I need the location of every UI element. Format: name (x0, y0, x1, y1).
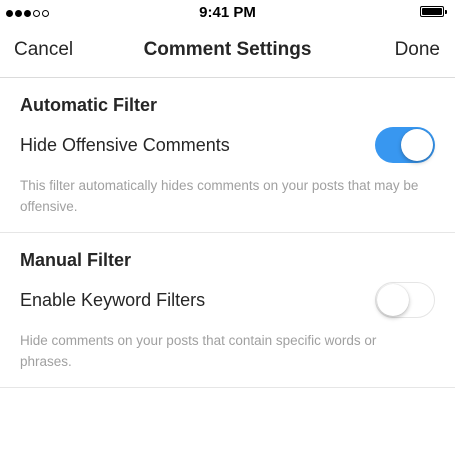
automatic-filter-description: This filter automatically hides comments… (20, 178, 419, 214)
enable-keyword-filters-row: Enable Keyword Filters (0, 270, 455, 330)
done-button[interactable]: Done (395, 39, 440, 61)
status-bar: 9:41 PM (0, 0, 455, 26)
battery-body (420, 6, 444, 17)
toggle-knob (401, 129, 433, 161)
automatic-filter-section: Automatic Filter Hide Offensive Comments… (0, 78, 455, 233)
toggle-knob (377, 283, 409, 316)
settings-content: Automatic Filter Hide Offensive Comments… (0, 78, 455, 388)
hide-offensive-comments-label: Hide Offensive Comments (20, 134, 230, 155)
section-header-automatic-filter: Automatic Filter (20, 95, 158, 115)
hide-offensive-comments-row: Hide Offensive Comments (0, 115, 455, 175)
enable-keyword-filters-toggle[interactable] (375, 282, 435, 318)
battery-icon (420, 6, 447, 17)
battery-tip (445, 9, 447, 14)
status-time: 9:41 PM (199, 4, 256, 21)
enable-keyword-filters-label: Enable Keyword Filters (20, 289, 206, 310)
manual-filter-description: Hide comments on your posts that contain… (20, 333, 377, 369)
section-header-manual-filter: Manual Filter (20, 250, 132, 270)
battery-fill (422, 8, 442, 15)
comment-settings-screen: 9:41 PM Cancel Comment Settings Done Aut… (0, 0, 455, 455)
hide-offensive-comments-toggle[interactable] (375, 127, 435, 163)
navigation-bar: Cancel Comment Settings Done (0, 26, 455, 78)
page-title: Comment Settings (143, 39, 312, 60)
manual-filter-section: Manual Filter Enable Keyword Filters Hid… (0, 233, 455, 388)
